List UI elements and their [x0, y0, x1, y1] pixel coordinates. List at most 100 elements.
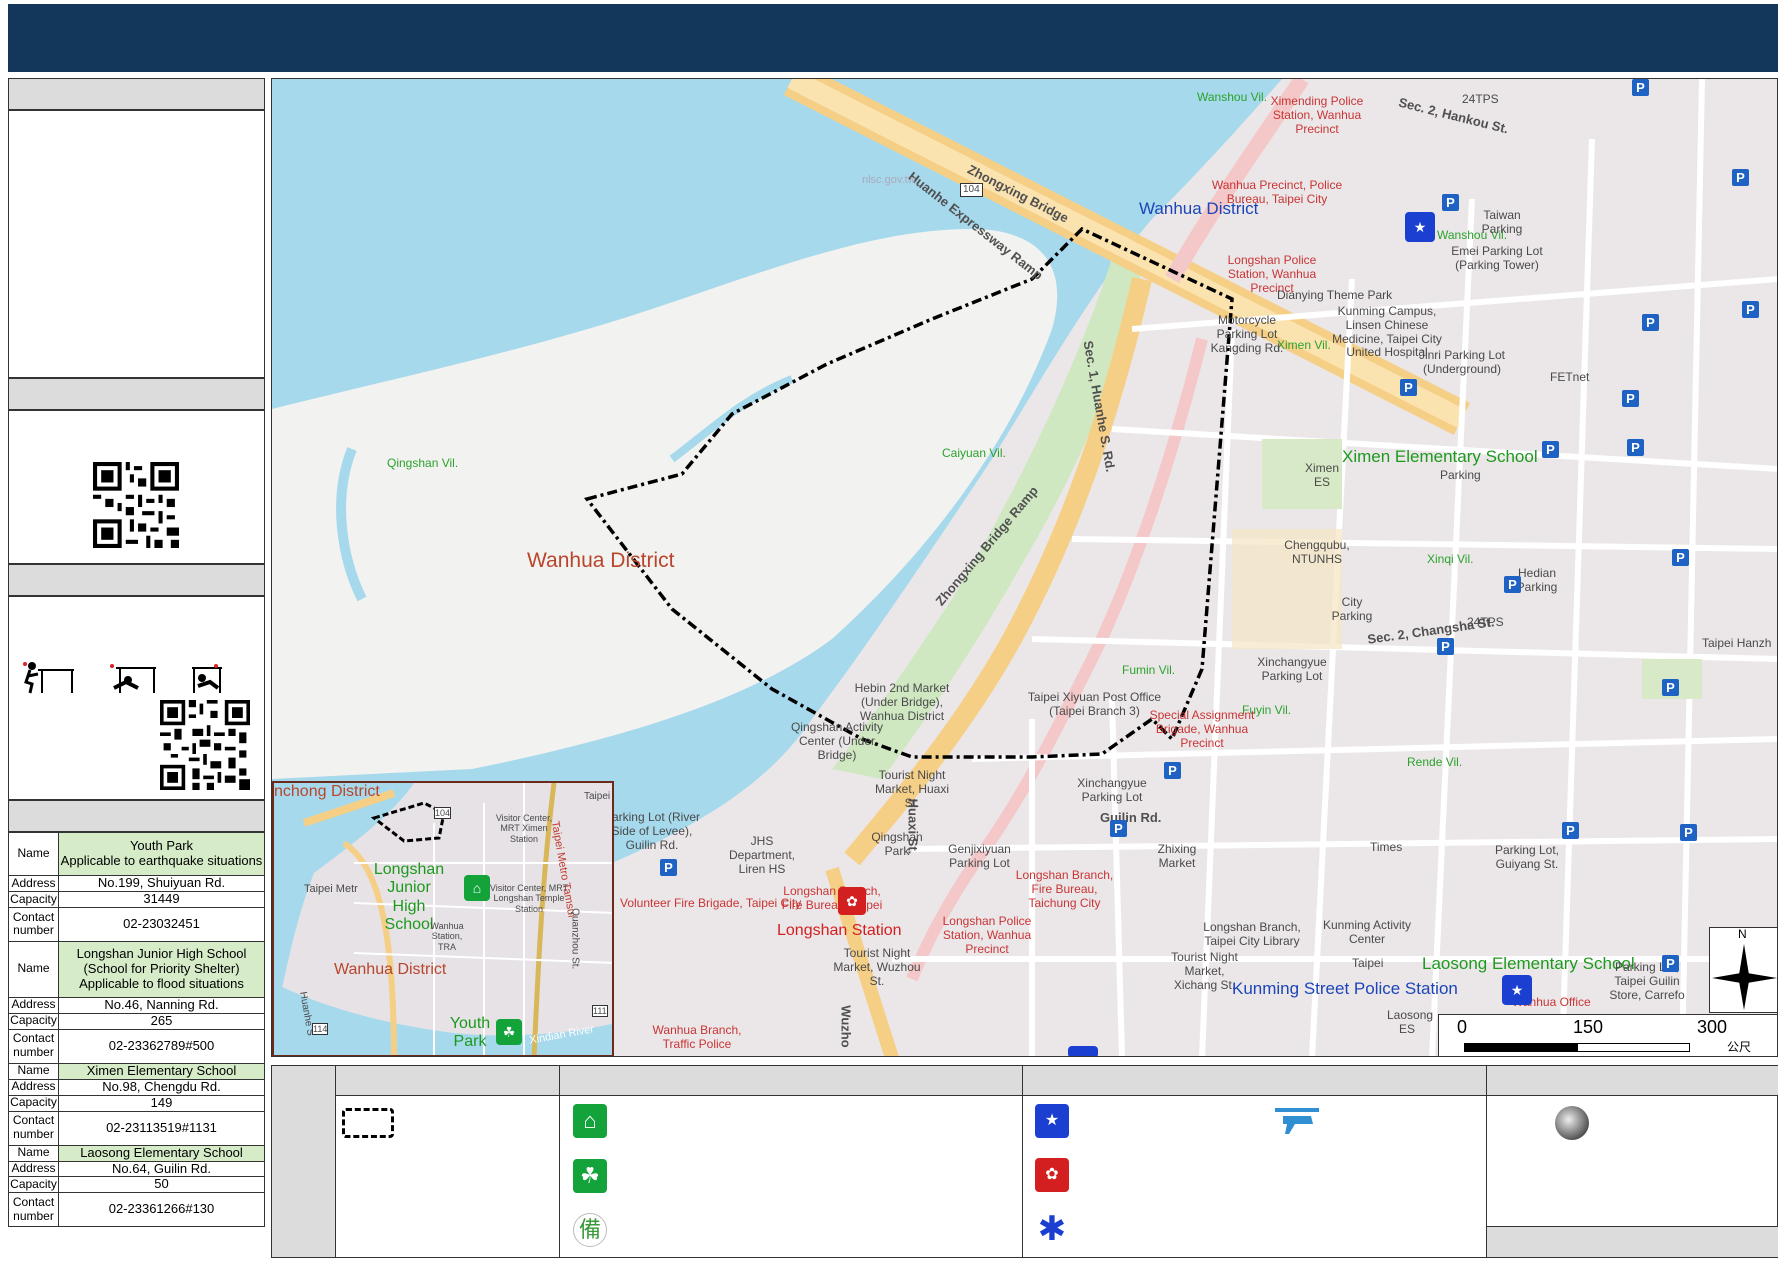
inset-park-label: Youth Park — [449, 1015, 491, 1051]
shelter-name: Youth Park Applicable to earthquake situa… — [58, 832, 265, 876]
legend-header — [1023, 1066, 1487, 1096]
contact-label: Contact number — [8, 1192, 59, 1228]
poi-label: Parking Lot (River Side of Levee), Guili… — [603, 810, 701, 852]
parking-icon: P — [1562, 822, 1579, 839]
police-legend-icon: ★ — [1035, 1104, 1069, 1138]
capacity-label: Capacity — [8, 890, 59, 908]
legend-col — [336, 1096, 560, 1257]
legend-col: ★ ✿ ✱ — [1023, 1096, 1487, 1257]
parking-icon: P — [1742, 301, 1759, 318]
shelter-legend-icon: ⌂ — [573, 1104, 607, 1138]
legend-panel: ⌂ ☘ 備 ★ ✿ ✱ — [271, 1065, 1778, 1258]
legend-side-header — [272, 1066, 336, 1257]
village-label: Fumin Vil. — [1122, 663, 1176, 677]
poi-label: Tourist Night Market, Wuzhou St. — [833, 946, 921, 988]
shelter-table: Name Youth Park Applicable to earthquake … — [8, 832, 265, 1228]
inset-highway-shield: 104 — [434, 807, 452, 820]
village-label: Qingshan Vil. — [387, 456, 459, 470]
legend-header — [1487, 1066, 1778, 1096]
poi-label: JHS Department, Liren HS — [728, 834, 796, 876]
inset-poi-label: Visitor Center, MRT Ximen Station — [495, 813, 553, 844]
inset-district-label: nchong District — [274, 783, 380, 800]
shelter-capacity: 265 — [58, 1012, 265, 1030]
table-row: Name Ximen Elementary School — [8, 1062, 265, 1080]
hold-pictogram-icon — [192, 664, 222, 693]
table-row: Address No.64, Guilin Rd. — [8, 1160, 265, 1178]
legend-col: ⌂ ☘ 備 — [560, 1096, 1023, 1257]
poi-label: Laosong ES — [1387, 1008, 1434, 1036]
parking-icon: P — [1542, 441, 1559, 458]
scale-unit: 公尺 — [1727, 1040, 1752, 1054]
fire-station-icon[interactable]: ✿ — [838, 887, 866, 915]
parking-icon: P — [1437, 638, 1454, 655]
shelter-name: Laosong Elementary School — [58, 1144, 265, 1162]
scale-segment-dark — [1464, 1043, 1577, 1052]
police-station-icon[interactable]: ★ — [1405, 212, 1435, 242]
poi-label: Zhixing Market — [1157, 842, 1197, 870]
scale-segment-light — [1577, 1043, 1690, 1052]
poi-label: Wanhua Branch, Traffic Police — [652, 1023, 742, 1051]
shelter-name: Ximen Elementary School — [58, 1062, 265, 1080]
main-map[interactable]: Wanhua District Wanhua District Wanshou … — [271, 78, 1778, 1057]
parking-icon: P — [1400, 379, 1417, 396]
contact-label: Contact number — [8, 1110, 59, 1146]
ximen-school-label: Ximen Elementary School — [1342, 447, 1538, 466]
shelter-capacity: 50 — [58, 1176, 265, 1194]
capacity-label: Capacity — [8, 1176, 59, 1194]
poi-label: Motorcycle Parking Lot Kangding Rd. — [1210, 313, 1284, 355]
helicopter-legend-icon — [1275, 1108, 1319, 1134]
village-label: Caiyuan Vil. — [942, 446, 1006, 460]
shelter-capacity: 149 — [58, 1094, 265, 1112]
village-label: Rende Vil. — [1407, 755, 1463, 769]
boundary-legend-icon — [342, 1108, 394, 1138]
inset-poi-label: Taipei Metr — [304, 883, 358, 895]
table-row: Contact number 02-23362789#500 — [8, 1028, 265, 1064]
shelter-address: No.64, Guilin Rd. — [58, 1160, 265, 1178]
poi-label: Taiwan Parking — [1481, 208, 1523, 236]
poi-label: Qingshan Activity Center (Under Bridge) — [790, 720, 884, 762]
table-row: Name Youth Park Applicable to earthquake … — [8, 832, 265, 876]
table-row: Contact number 02-23113519#1131 — [8, 1110, 265, 1146]
poi-label: Chengqubu, NTUNHS — [1284, 538, 1350, 566]
shelter-address: No.46, Nanning Rd. — [58, 996, 265, 1014]
section-header-4 — [8, 800, 265, 832]
scale-tick: 300 — [1697, 1017, 1728, 1037]
poi-label: Parking — [1440, 468, 1481, 482]
poi-label: Longshan Branch, Fire Bureau, Taipei — [781, 884, 883, 912]
qr-code-icon[interactable] — [93, 462, 179, 548]
parking-icon: P — [1672, 549, 1689, 566]
shelter-name: Longshan Junior High School (School for P… — [58, 940, 265, 998]
shelter-contact: 02-23032451 — [58, 906, 265, 942]
north-label: N — [1738, 927, 1747, 941]
compass-rose-icon — [1712, 944, 1777, 1010]
shelter-address: No.199, Shuiyuan Rd. — [58, 875, 265, 892]
qr-code-icon[interactable] — [160, 700, 250, 790]
scale-tick: 0 — [1457, 1017, 1468, 1037]
park-shelter-icon[interactable]: ☘ — [496, 1019, 522, 1045]
cover-pictogram-icon — [110, 664, 156, 693]
poi-label: Hebin 2nd Market (Under Bridge), Wanhua … — [854, 681, 950, 723]
table-row: Capacity 265 — [8, 1012, 265, 1030]
poi-label: 24TPS — [1462, 92, 1499, 106]
inset-poi-label: Visitor Center, MRT Longshan Temple Stat… — [489, 883, 569, 914]
village-label: Xinqi Vil. — [1427, 552, 1474, 566]
legend-header — [560, 1066, 1023, 1096]
north-arrow: N — [1709, 927, 1777, 1013]
shelter-contact: 02-23361266#130 — [58, 1192, 265, 1228]
inset-poi-label: Taipei — [584, 791, 611, 802]
shelter-icon[interactable]: ⌂ — [464, 875, 490, 901]
police-station-icon[interactable]: ★ — [1502, 975, 1532, 1005]
inset-map[interactable]: nchong District Wanhua District Longshan… — [272, 781, 614, 1056]
inset-district-label: Wanhua District — [334, 961, 447, 978]
poi-label: Longshan Branch, Taipei City Library — [1203, 920, 1301, 948]
poi-label: Xinchangyue Parking Lot — [1257, 655, 1327, 683]
name-label: Name — [8, 1144, 59, 1162]
shelter-address: No.98, Chengdu Rd. — [58, 1078, 265, 1096]
legend-header — [336, 1066, 560, 1096]
contact-label: Contact number — [8, 1028, 59, 1064]
table-row: Capacity 50 — [8, 1176, 265, 1194]
name-label: Name — [8, 1062, 59, 1080]
address-label: Address — [8, 1078, 59, 1096]
poi-label: Dianying Theme Park — [1277, 288, 1393, 302]
parking-icon: P — [1642, 314, 1659, 331]
